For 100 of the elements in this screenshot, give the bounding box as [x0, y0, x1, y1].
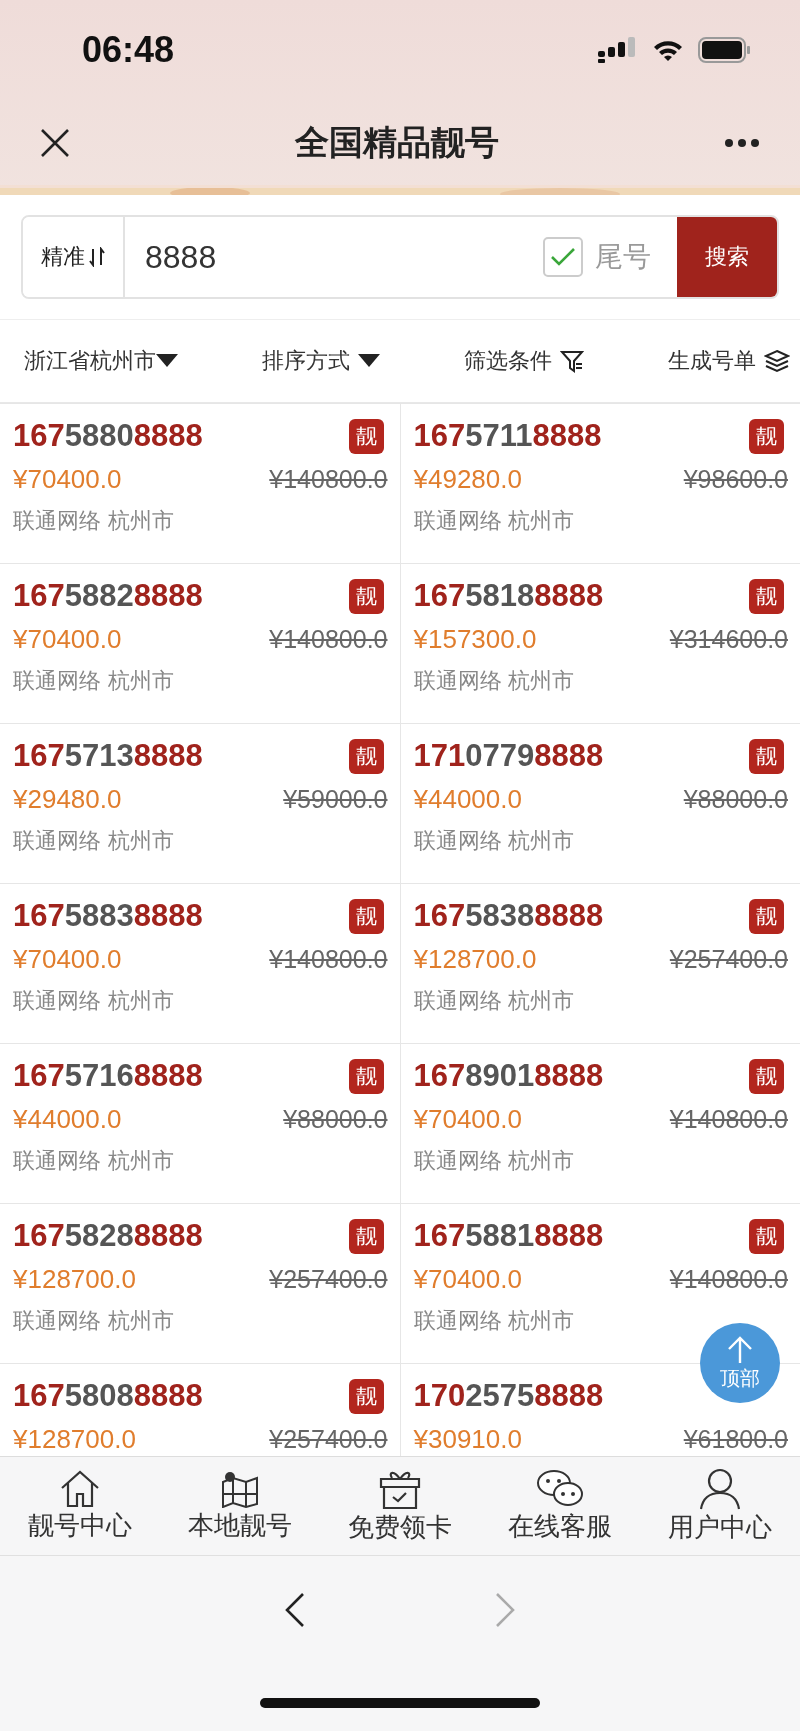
number-card[interactable]: 16757118888 靓 ¥49280.0 ¥98600.0 联通网络 杭州市: [400, 404, 800, 563]
filter-button[interactable]: 生成号单: [668, 342, 790, 380]
wifi-icon: [652, 38, 684, 62]
checkmark-icon: [550, 247, 576, 267]
premium-badge: 靓: [348, 898, 384, 934]
original-price: ¥88000.0: [683, 784, 788, 814]
number-card[interactable]: 16758818888 靓 ¥70400.0 ¥140800.0 联通网络 杭州市: [400, 1204, 800, 1363]
original-price: ¥88000.0: [283, 1104, 388, 1134]
tab-bar-item[interactable]: 用户中心: [640, 1457, 800, 1555]
premium-badge: 靓: [749, 578, 784, 614]
original-price: ¥140800.0: [669, 1264, 788, 1294]
carrier-location: 联通网络 杭州市: [13, 1147, 175, 1175]
number-card[interactable]: 16758808888 靓 ¥70400.0 ¥140800.0 联通网络 杭州市: [0, 404, 400, 563]
sale-price: ¥128700.0: [13, 1423, 136, 1455]
premium-badge: 靓: [348, 1378, 384, 1414]
premium-badge: 靓: [348, 738, 384, 774]
original-price: ¥257400.0: [669, 944, 788, 974]
premium-badge: 靓: [348, 578, 384, 614]
number-card[interactable]: 16758828888 靓 ¥70400.0 ¥140800.0 联通网络 杭州市: [0, 564, 400, 723]
phone-number: 16758808888: [13, 418, 203, 454]
sale-price: ¥70400.0: [13, 463, 122, 495]
phone-number: 16758838888: [13, 898, 203, 934]
number-card[interactable]: 16757168888 靓 ¥44000.0 ¥88000.0 联通网络 杭州市: [0, 1044, 400, 1203]
number-card[interactable]: 16758088888 靓 ¥128700.0 ¥257400.0: [0, 1364, 400, 1456]
close-icon[interactable]: [40, 127, 70, 158]
number-card[interactable]: 16758288888 靓 ¥128700.0 ¥257400.0 联通网络 杭州市: [0, 1204, 400, 1363]
carrier-location: 联通网络 杭州市: [413, 667, 576, 695]
phone-number: 16757138888: [13, 738, 203, 774]
carrier-location: 联通网络 杭州市: [13, 827, 175, 855]
checkbox-label: 尾号: [595, 239, 651, 275]
phone-number: 16758818888: [413, 1218, 604, 1254]
sale-price: ¥44000.0: [413, 783, 522, 815]
carrier-location: 联通网络 杭州市: [413, 987, 576, 1015]
search-button[interactable]: 搜索: [677, 217, 777, 297]
carrier-location: 联通网络 杭州市: [413, 1147, 576, 1175]
phone-number: 16757118888: [413, 418, 602, 454]
original-price: ¥140800.0: [669, 1104, 788, 1134]
sale-price: ¥30910.0: [413, 1423, 522, 1455]
sale-price: ¥128700.0: [13, 1263, 136, 1295]
original-price: ¥314600.0: [669, 624, 788, 654]
number-card[interactable]: 16789018888 靓 ¥70400.0 ¥140800.0 联通网络 杭州市: [400, 1044, 800, 1203]
house-icon: [60, 1469, 100, 1508]
page-title: 全国精品靓号: [295, 120, 499, 164]
filter-button[interactable]: 排序方式: [262, 342, 380, 380]
carrier-location: 联通网络 杭州市: [13, 1307, 175, 1335]
number-card[interactable]: 16758388888 靓 ¥128700.0 ¥257400.0 联通网络 杭州市: [400, 884, 800, 1043]
back-icon[interactable]: [285, 1592, 305, 1628]
signal-icon: [598, 37, 638, 63]
battery-icon: [698, 37, 752, 63]
premium-badge: 靓: [348, 1058, 384, 1094]
filter-button[interactable]: 浙江省杭州市: [24, 342, 178, 380]
layers-icon: [764, 349, 790, 373]
original-price: ¥140800.0: [269, 944, 388, 974]
tab-bar-item[interactable]: 在线客服: [480, 1457, 640, 1555]
original-price: ¥257400.0: [269, 1424, 388, 1454]
phone-number: 16789018888: [413, 1058, 604, 1094]
number-card[interactable]: 17107798888 靓 ¥44000.0 ¥88000.0 联通网络 杭州市: [400, 724, 800, 883]
phone-number: 17107798888: [413, 738, 604, 774]
search-field[interactable]: 精准 8888 尾号 搜索: [21, 215, 779, 299]
sale-price: ¥70400.0: [13, 943, 122, 975]
user-icon: [698, 1467, 742, 1510]
sale-price: ¥49280.0: [413, 463, 522, 495]
carrier-location: 联通网络 杭州市: [13, 667, 175, 695]
map-pin-icon: [220, 1469, 260, 1508]
carrier-location: 联通网络 杭州市: [13, 507, 175, 535]
tab-bar-item[interactable]: 免费领卡: [320, 1457, 480, 1555]
carrier-location: 联通网络 杭州市: [413, 507, 576, 535]
number-card[interactable]: 16758838888 靓 ¥70400.0 ¥140800.0 联通网络 杭州市: [0, 884, 400, 1043]
original-price: ¥140800.0: [269, 624, 388, 654]
dropdown-triangle-icon: [156, 354, 178, 368]
original-price: ¥257400.0: [269, 1264, 388, 1294]
checkbox[interactable]: [543, 237, 583, 277]
premium-badge: 靓: [348, 418, 384, 454]
status-time: 06:48: [82, 29, 175, 71]
tab-bar-item[interactable]: 靓号中心: [0, 1457, 160, 1555]
phone-number: 16758288888: [13, 1218, 203, 1254]
more-icon[interactable]: [724, 137, 760, 148]
phone-number: 16758388888: [413, 898, 604, 934]
premium-badge: 靓: [749, 898, 784, 934]
sale-price: ¥70400.0: [413, 1103, 522, 1135]
original-price: ¥140800.0: [269, 464, 388, 494]
match-mode-button[interactable]: 精准: [23, 217, 125, 297]
sort-icon: [89, 247, 105, 267]
sale-price: ¥157300.0: [413, 623, 537, 655]
premium-badge: 靓: [749, 1218, 784, 1254]
number-card[interactable]: 16758188888 靓 ¥157300.0 ¥314600.0 联通网络 杭州市: [400, 564, 800, 723]
premium-badge: 靓: [749, 738, 784, 774]
sale-price: ¥128700.0: [413, 943, 537, 975]
tab-bar-item[interactable]: 本地靓号: [160, 1457, 320, 1555]
phone-number: 17025758888: [413, 1378, 604, 1414]
carrier-location: 联通网络 杭州市: [13, 987, 175, 1015]
phone-number: 16758188888: [413, 578, 604, 614]
original-price: ¥61800.0: [683, 1424, 788, 1454]
premium-badge: 靓: [749, 1058, 784, 1094]
sale-price: ¥70400.0: [413, 1263, 522, 1295]
number-card[interactable]: 16757138888 靓 ¥29480.0 ¥59000.0 联通网络 杭州市: [0, 724, 400, 883]
carrier-location: 联通网络 杭州市: [413, 827, 576, 855]
forward-icon: [495, 1592, 515, 1628]
original-price: ¥98600.0: [683, 464, 788, 494]
filter-button[interactable]: 筛选条件: [464, 342, 584, 380]
